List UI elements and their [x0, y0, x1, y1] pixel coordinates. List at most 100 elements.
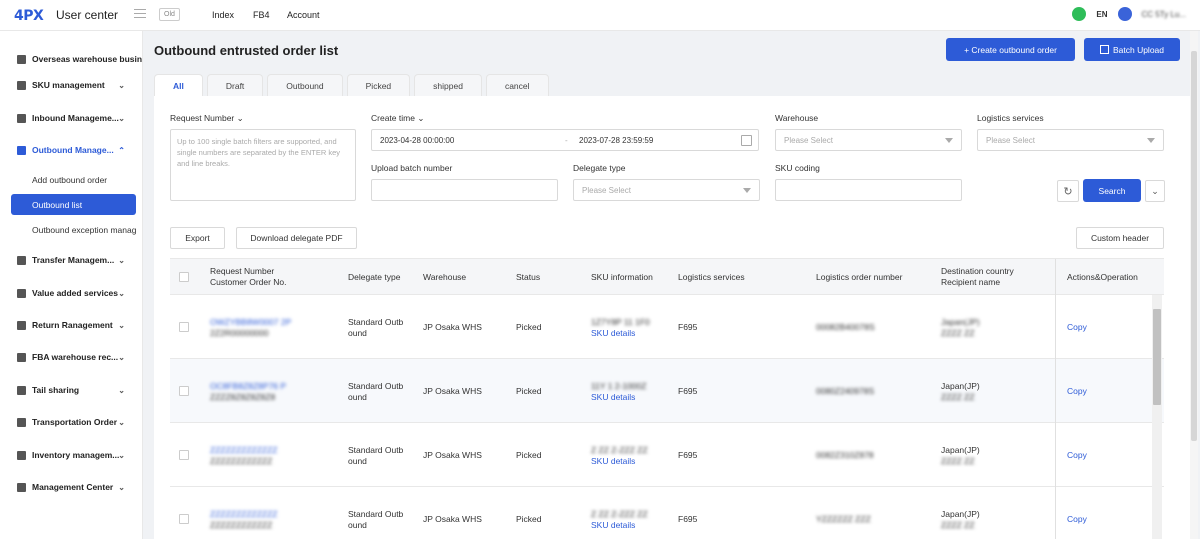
tab-outbound[interactable]: Outbound	[267, 74, 343, 96]
sidebar-item-sku-management[interactable]: SKU management ⌄	[0, 74, 142, 96]
sku-cell: Z ZZ Z-ZZZ ZZ SKU details	[591, 445, 648, 467]
tab-all[interactable]: All	[154, 74, 203, 96]
status-cell: Picked	[516, 386, 542, 396]
sidebar-item-inbound[interactable]: Inbound Manageme... ⌄	[0, 107, 142, 129]
sku-details-link[interactable]: SKU details	[591, 328, 650, 339]
sidebar-item-outbound[interactable]: Outbound Manage... ⌃	[0, 139, 142, 161]
fba-icon	[17, 352, 26, 362]
table-header: Request Number Customer Order No. Delegat…	[170, 259, 1164, 295]
table-row: OWZYBB8W0007 2P 2Z2R00000000 Standard Out…	[170, 295, 1164, 359]
sidebar-item-tail-sharing[interactable]: Tail sharing ⌄	[0, 379, 142, 401]
sidebar-item-management-center[interactable]: Management Center ⌄	[0, 476, 142, 498]
tab-shipped[interactable]: shipped	[414, 74, 482, 96]
logistics-order-cell: 0080Z240978S	[816, 386, 875, 396]
tab-cancel[interactable]: cancel	[485, 74, 549, 96]
sidebar-item-fba-warehouse[interactable]: FBA warehouse rec... ⌄	[0, 346, 142, 368]
nav-index[interactable]: Index	[212, 10, 234, 20]
create-time-range[interactable]: 2023-04-28 00:00:00 - 2023-07-28 23:59:5…	[371, 129, 759, 151]
request-number-cell[interactable]: ZZZZZZZZZZZZZ ZZZZZZZZZZZZ	[210, 445, 278, 467]
user-name[interactable]: CC 5Ty Lu...	[1142, 10, 1186, 19]
create-time-label: Create time	[371, 113, 415, 123]
sidebar-item-inventory[interactable]: Inventory managem... ⌄	[0, 444, 142, 466]
upload-batch-input[interactable]	[371, 179, 558, 201]
sidebar-item-transfer[interactable]: Transfer Managem... ⌄	[0, 249, 142, 271]
row-checkbox[interactable]	[179, 322, 189, 332]
destination-cell: Japan(JP) ZZZZ ZZ	[941, 509, 980, 530]
row-checkbox[interactable]	[179, 514, 189, 524]
create-outbound-order-button[interactable]: + Create outbound order	[946, 38, 1075, 61]
sidebar-item-transportation[interactable]: Transportation Order ⌄	[0, 411, 142, 433]
chevron-down-icon: ⌄	[1151, 185, 1159, 196]
app-title: User center	[56, 8, 119, 22]
create-time-dropdown[interactable]: Create time ⌄	[371, 113, 424, 124]
outbound-icon	[17, 145, 26, 155]
service-icon	[17, 288, 26, 298]
page-scroll-thumb[interactable]	[1191, 51, 1197, 441]
delegate-type-placeholder: Please Select	[582, 185, 631, 195]
sidebar-sub-outbound-list[interactable]: Outbound list	[11, 194, 136, 215]
copy-link[interactable]: Copy	[1067, 386, 1087, 397]
sidebar-sub-outbound-exception[interactable]: Outbound exception manag	[11, 219, 136, 240]
sidebar-item-overseas-warehouse[interactable]: Overseas warehouse busin	[0, 48, 142, 70]
request-number-cell[interactable]: OC8FB8Z8Z8P76 P ZZZZ8Z8Z8Z8Z8	[210, 381, 286, 403]
request-number-dropdown[interactable]: Request Number ⌄	[170, 113, 244, 124]
inbound-icon	[17, 113, 26, 123]
tab-draft[interactable]: Draft	[206, 74, 264, 96]
request-number-textarea[interactable]: Up to 100 single batch filters are suppo…	[170, 129, 356, 201]
row-checkbox[interactable]	[179, 450, 189, 460]
brand-logo[interactable]: 4PX	[14, 8, 44, 24]
sku-details-link[interactable]: SKU details	[591, 392, 646, 403]
destination-cell: Japan(JP) ZZZZ ZZ	[941, 317, 980, 338]
copy-link[interactable]: Copy	[1067, 514, 1087, 525]
language-switch[interactable]: EN	[1096, 10, 1107, 19]
sku-details-link[interactable]: SKU details	[591, 456, 648, 467]
delegate-type-select[interactable]: Please Select	[573, 179, 760, 201]
chevron-down-icon: ⌄	[118, 80, 125, 90]
search-button[interactable]: Search	[1083, 179, 1141, 202]
old-version-badge[interactable]: Old	[159, 8, 180, 21]
page-scrollbar[interactable]	[1190, 31, 1198, 539]
sidebar-item-return[interactable]: Return Ranagement ⌄	[0, 314, 142, 336]
nav-fb4[interactable]: FB4	[253, 10, 270, 20]
delegate-type-cell: Standard Outb ound	[348, 317, 404, 338]
delegate-type-cell: Standard Outb ound	[348, 445, 404, 466]
tab-picked[interactable]: Picked	[346, 74, 411, 96]
sidebar-item-label: SKU management	[32, 80, 105, 90]
row-checkbox[interactable]	[179, 386, 189, 396]
warehouse-select[interactable]: Please Select	[775, 129, 962, 151]
expand-filters-button[interactable]: ⌄	[1145, 180, 1165, 202]
col-status: Status	[516, 272, 541, 282]
download-delegate-pdf-button[interactable]: Download delegate PDF	[236, 227, 357, 249]
copy-link[interactable]: Copy	[1067, 450, 1087, 461]
chat-icon[interactable]	[1072, 7, 1087, 21]
date-from: 2023-04-28 00:00:00	[380, 135, 455, 145]
sidebar-item-value-added[interactable]: Value added services ⌄	[0, 282, 142, 304]
copy-link[interactable]: Copy	[1067, 322, 1087, 333]
reset-button[interactable]: ↻	[1057, 180, 1079, 202]
delegate-type-cell: Standard Outb ound	[348, 381, 404, 402]
table-row: ZZZZZZZZZZZZZ ZZZZZZZZZZZZ Standard Outb o…	[170, 423, 1164, 487]
sku-details-link[interactable]: SKU details	[591, 520, 648, 531]
caret-down-icon	[1147, 138, 1155, 143]
table-scroll-thumb[interactable]	[1153, 309, 1161, 405]
request-number-cell[interactable]: ZZZZZZZZZZZZZ ZZZZZZZZZZZZ	[210, 509, 278, 531]
custom-header-button[interactable]: Custom header	[1076, 227, 1164, 249]
sku-cell: Z ZZ Z-ZZZ ZZ SKU details	[591, 509, 648, 531]
sidebar-item-label: Inbound Manageme...	[32, 113, 119, 123]
menu-toggle-icon[interactable]	[134, 9, 146, 19]
table-scrollbar[interactable]	[1152, 295, 1162, 539]
upload-batch-label: Upload batch number	[371, 163, 453, 173]
logistics-services-select[interactable]: Please Select	[977, 129, 1164, 151]
select-all-checkbox[interactable]	[179, 272, 189, 282]
batch-upload-button[interactable]: Batch Upload	[1084, 38, 1180, 61]
col-request-number: Request Number Customer Order No.	[210, 266, 287, 287]
status-tabs: All Draft Outbound Picked shipped cancel	[154, 74, 549, 96]
nav-account[interactable]: Account	[287, 10, 320, 20]
export-button[interactable]: Export	[170, 227, 225, 249]
refresh-icon: ↻	[1063, 185, 1073, 198]
sku-coding-input[interactable]	[775, 179, 962, 201]
logistics-services-label: Logistics services	[977, 113, 1044, 123]
request-number-cell[interactable]: OWZYBB8W0007 2P 2Z2R00000000	[210, 317, 291, 339]
sidebar-sub-add-outbound[interactable]: Add outbound order	[11, 169, 136, 190]
user-avatar-icon[interactable]	[1117, 7, 1132, 21]
